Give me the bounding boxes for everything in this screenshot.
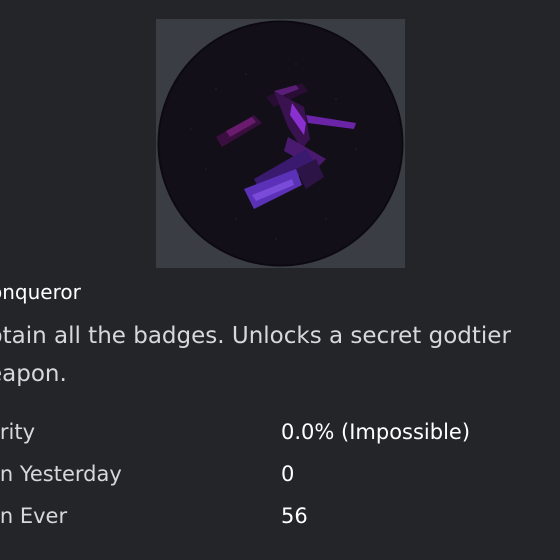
badge-description: btain all the badges. Unlocks a secret g…: [0, 323, 511, 387]
stat-label: on Yesterday: [0, 462, 122, 486]
stat-value: 0: [281, 462, 295, 486]
stat-label: arity: [0, 420, 35, 444]
stat-row-won-ever: on Ever 56: [0, 498, 560, 540]
stat-value: 56: [281, 504, 308, 528]
stat-label: on Ever: [0, 504, 68, 528]
stat-row-won-yesterday: on Yesterday 0: [0, 456, 560, 498]
stat-row-rarity: arity 0.0% (Impossible): [0, 414, 560, 456]
badge-details-panel: onqueror btain all the badges. Unlocks a…: [0, 0, 560, 560]
stat-value: 0.0% (Impossible): [281, 420, 471, 444]
badge-conqueror-icon: [157, 20, 404, 267]
badge-name: onqueror: [0, 280, 81, 304]
badge-stats: arity 0.0% (Impossible) on Yesterday 0 o…: [0, 414, 560, 540]
badge-image: [156, 19, 405, 268]
